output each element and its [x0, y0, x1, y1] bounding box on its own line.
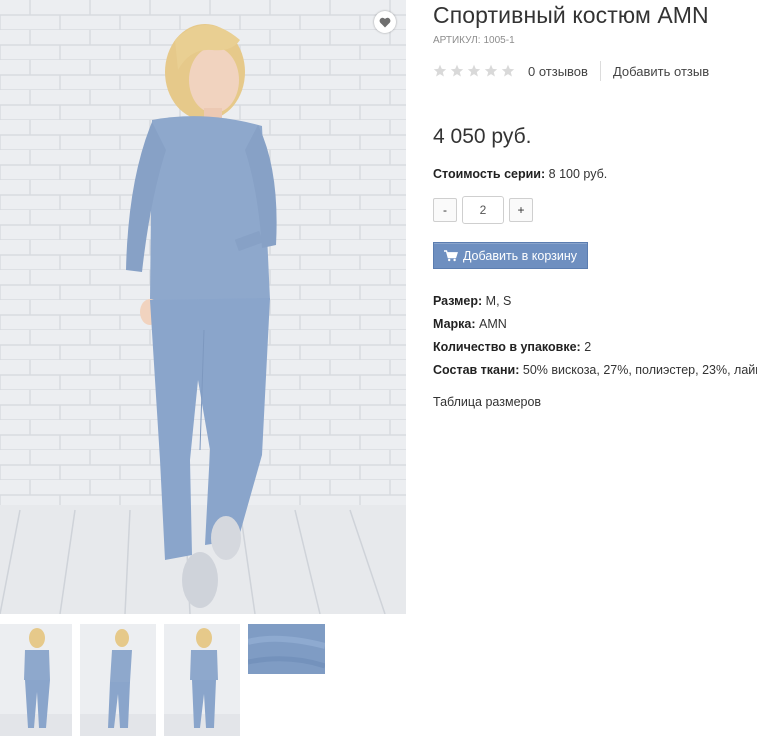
product-title: Спортивный костюм AMN [433, 2, 709, 28]
reviews-count-link[interactable]: 0 отзывов [528, 64, 588, 79]
property-value: M, S [485, 294, 512, 308]
quantity-stepper: - + [433, 196, 533, 224]
property-label: Марка: [433, 317, 476, 331]
shopping-cart-icon [443, 249, 458, 261]
quantity-input[interactable] [462, 196, 504, 224]
rating-stars[interactable] [433, 64, 515, 78]
series-cost: Стоимость серии: 8 100 руб. [433, 167, 607, 181]
product-properties: Размер: M, S Марка: AMN Количество в упа… [433, 292, 757, 384]
add-review-link[interactable]: Добавить отзыв [613, 64, 709, 79]
property-value: AMN [479, 317, 507, 331]
property-value: 2 [584, 340, 592, 354]
thumbnail-fabric-image [248, 624, 325, 674]
product-price: 4 050 руб. [433, 125, 532, 148]
product-main-image[interactable] [0, 0, 406, 614]
add-to-cart-button[interactable]: Добавить в корзину [433, 242, 588, 269]
property-pack-quantity: Количество в упаковке: 2 [433, 338, 757, 361]
property-label: Количество в упаковке: [433, 340, 581, 354]
property-label: Размер: [433, 294, 483, 308]
quantity-increase-button[interactable]: + [509, 198, 533, 222]
star-icon [433, 64, 447, 77]
property-label: Состав ткани: [433, 363, 520, 377]
product-photo-illustration [0, 0, 406, 614]
quantity-decrease-button[interactable]: - [433, 198, 457, 222]
size-table-link[interactable]: Таблица размеров [433, 395, 541, 409]
thumbnail-back-image [164, 624, 240, 736]
star-icon [467, 64, 481, 77]
thumbnail-fabric[interactable] [248, 624, 325, 674]
add-to-cart-label: Добавить в корзину [462, 248, 578, 263]
series-cost-label: Стоимость серии: [433, 167, 546, 181]
star-icon [484, 64, 498, 77]
wishlist-button[interactable] [374, 11, 396, 33]
star-icon [501, 64, 515, 77]
property-fabric: Состав ткани: 50% вискоза, 27%, полиэсте… [433, 361, 757, 384]
sku-label: АРТИКУЛ: [433, 35, 481, 46]
property-size: Размер: M, S [433, 292, 757, 315]
sku-value: 1005-1 [483, 35, 515, 46]
rating-row: 0 отзывов Добавить отзыв [433, 61, 709, 81]
heart-icon [379, 17, 391, 27]
star-icon [450, 64, 464, 77]
thumbnail-front[interactable] [0, 624, 72, 736]
thumbnail-side[interactable] [80, 624, 156, 736]
thumbnail-front-image [0, 624, 72, 736]
property-brand: Марка: AMN [433, 315, 757, 338]
thumbnail-side-image [80, 624, 156, 736]
product-sku: АРТИКУЛ: 1005-1 [433, 35, 515, 46]
thumbnail-back[interactable] [164, 624, 240, 736]
divider [599, 61, 601, 81]
property-value: 50% вискоза, 27%, полиэстер, 23%, лайкра [522, 363, 757, 377]
series-cost-value: 8 100 руб. [548, 167, 608, 181]
